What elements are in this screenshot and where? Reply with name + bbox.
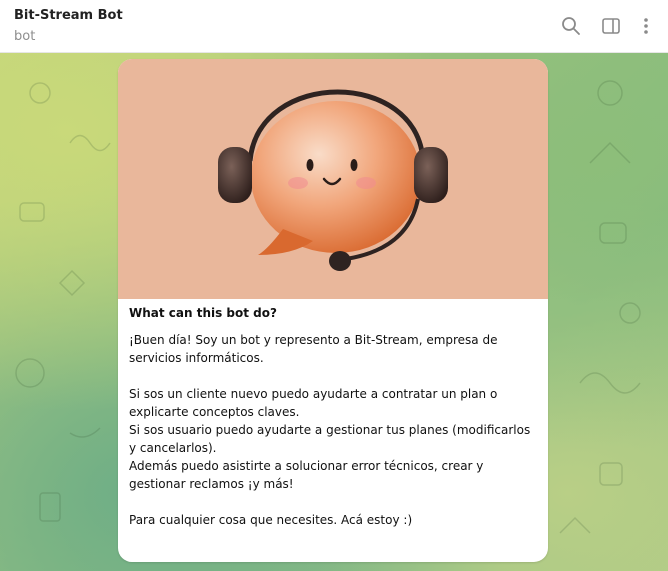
description-line: Si sos usuario puedo ayudarte a gestiona… <box>129 423 531 455</box>
bot-avatar-illustration <box>118 59 548 299</box>
description-line: Para cualquier cosa que necesites. Acá e… <box>129 513 413 527</box>
card-heading: What can this bot do? <box>129 306 277 320</box>
chat-subtitle: bot <box>14 29 36 44</box>
more-vertical-icon[interactable] <box>635 15 657 37</box>
description-line: Además puedo asistirte a solucionar erro… <box>129 459 484 491</box>
bot-info-card: What can this bot do? ¡Buen día! Soy un … <box>118 59 548 562</box>
description-line: ¡Buen día! Soy un bot y represento a Bit… <box>129 333 498 365</box>
description-line: Si sos un cliente nuevo puedo ayudarte a… <box>129 387 498 419</box>
search-icon[interactable] <box>560 15 582 37</box>
chat-background: What can this bot do? ¡Buen día! Soy un … <box>0 53 668 571</box>
chat-title[interactable]: Bit-Stream Bot <box>14 8 123 23</box>
bot-description: ¡Buen día! Soy un bot y represento a Bit… <box>129 331 539 529</box>
sidebar-toggle-icon[interactable] <box>600 15 622 37</box>
chat-header: Bit-Stream Bot bot <box>0 0 668 53</box>
